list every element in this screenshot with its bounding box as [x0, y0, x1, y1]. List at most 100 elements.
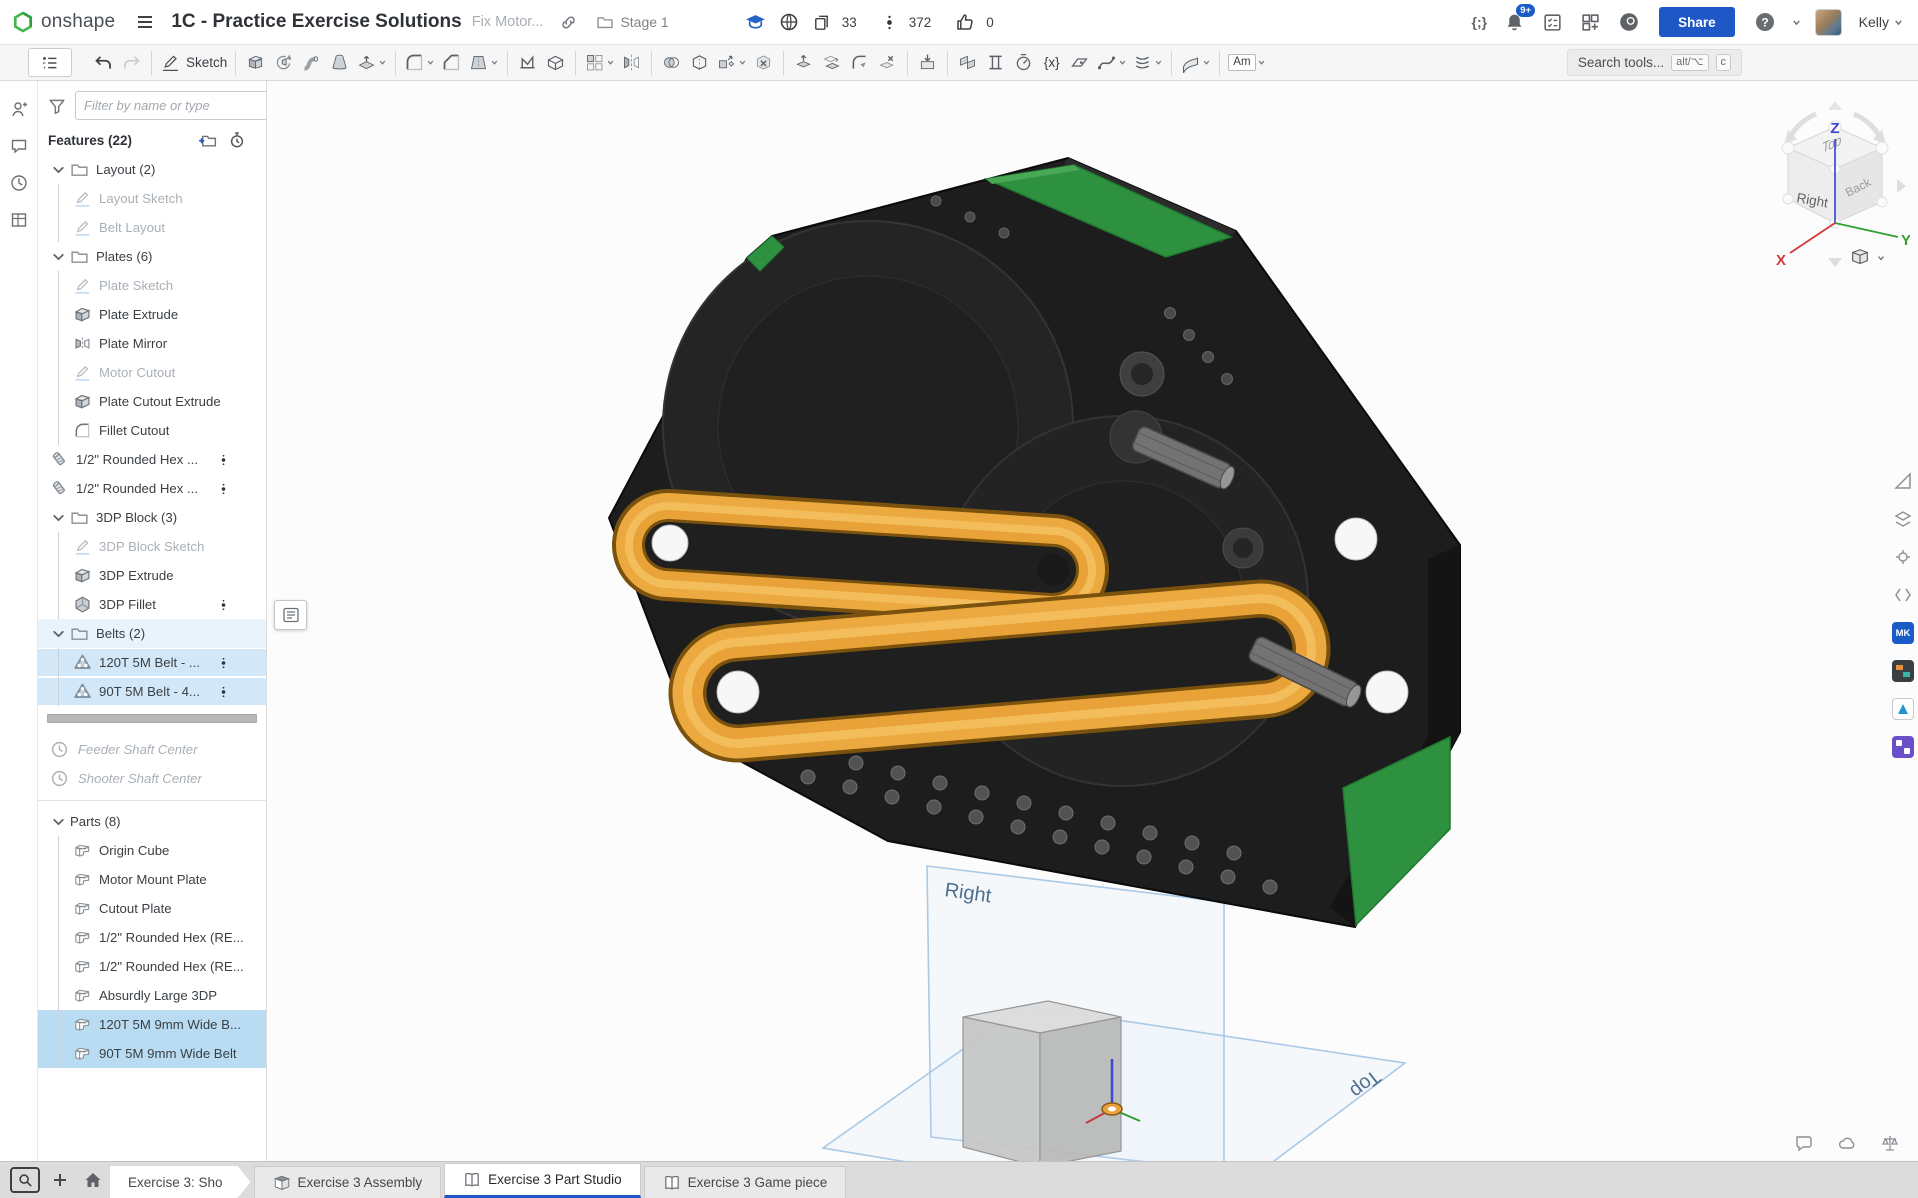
tab-search-icon[interactable] — [10, 1167, 40, 1193]
education-cap-icon[interactable] — [743, 10, 768, 35]
chevron-down-icon[interactable] — [50, 625, 67, 643]
suppress-dots-icon[interactable] — [217, 451, 230, 469]
part-row[interactable]: Absurdly Large 3DP — [38, 981, 266, 1010]
grid-app-icon[interactable] — [1891, 735, 1915, 759]
share-button[interactable]: Share — [1659, 7, 1735, 37]
feature-row[interactable]: 1/2" Rounded Hex ... — [38, 445, 266, 474]
versions-icon[interactable] — [879, 12, 900, 33]
part-row[interactable]: Motor Mount Plate — [38, 865, 266, 894]
delete-part-button[interactable] — [750, 48, 777, 78]
part-row[interactable]: Cutout Plate — [38, 894, 266, 923]
apps-grid-icon[interactable] — [1578, 10, 1603, 35]
shell-button[interactable] — [542, 48, 569, 78]
feature-folder-row[interactable]: Layout (2) — [38, 155, 266, 184]
feature-row[interactable]: Belt Layout — [38, 213, 266, 242]
notifications-bell-icon[interactable]: 9+ — [1502, 10, 1527, 35]
learning-center-icon[interactable] — [1616, 9, 1642, 35]
feature-row[interactable]: 3DP Fillet — [38, 590, 266, 619]
mirror-button[interactable] — [618, 48, 645, 78]
feature-row[interactable]: Plate Extrude — [38, 300, 266, 329]
loft-button[interactable] — [326, 48, 353, 78]
suppress-dots-icon[interactable] — [217, 480, 230, 498]
cloud-status-icon[interactable] — [1835, 1131, 1859, 1155]
filter-icon[interactable] — [48, 97, 66, 115]
feature-row[interactable]: 90T 5M Belt - 4... — [38, 677, 266, 706]
part-row[interactable]: Origin Cube — [38, 836, 266, 865]
feature-row[interactable]: Layout Sketch — [38, 184, 266, 213]
transform-button[interactable] — [714, 48, 749, 78]
chamfer-button[interactable] — [438, 48, 465, 78]
tables-icon[interactable] — [2, 204, 36, 236]
onshape-logo[interactable]: onshape — [12, 11, 115, 33]
hamburger-menu-icon[interactable] — [133, 10, 157, 34]
gear-box-icon[interactable] — [1891, 545, 1915, 569]
rollback-history-icon[interactable] — [228, 131, 246, 150]
feature-folder-row[interactable]: Belts (2) — [38, 619, 266, 648]
code-block-icon[interactable] — [1891, 583, 1915, 607]
feature-folder-row[interactable]: 3DP Block (3) — [38, 503, 266, 532]
modify-fillet-button[interactable] — [846, 48, 873, 78]
feature-row[interactable]: Plate Cutout Extrude — [38, 387, 266, 416]
feature-row[interactable]: Plate Mirror — [38, 329, 266, 358]
fillet-button[interactable] — [402, 48, 437, 78]
public-globe-icon[interactable] — [777, 10, 801, 34]
tab-exercise-3-assembly[interactable]: Exercise 3 Assembly — [254, 1166, 442, 1198]
search-tools[interactable]: Search tools... alt/⌥ c — [1567, 49, 1742, 76]
release-tasks-icon[interactable] — [1540, 10, 1565, 35]
parts-header-row[interactable]: Parts (8) — [38, 807, 266, 836]
new-folder-icon[interactable] — [198, 131, 217, 150]
feature-list-toggle-button[interactable] — [28, 48, 72, 77]
helix-button[interactable] — [1130, 48, 1165, 78]
tab-exercise-3-sho[interactable]: Exercise 3: Sho — [110, 1166, 251, 1198]
feature-row[interactable]: 3DP Block Sketch — [38, 532, 266, 561]
suppress-dots-icon[interactable] — [217, 683, 230, 701]
sheet-metal-button[interactable] — [954, 48, 981, 78]
variables-button[interactable]: {x} — [1038, 48, 1065, 78]
thicken-button[interactable] — [354, 48, 389, 78]
plane-button[interactable] — [1066, 48, 1093, 78]
help-caret-icon[interactable] — [1791, 17, 1802, 28]
follow-mode-icon[interactable] — [2, 93, 36, 125]
workspace-stage[interactable]: Stage 1 — [596, 13, 668, 31]
new-tab-button[interactable] — [44, 1163, 76, 1196]
suppress-dots-icon[interactable] — [217, 596, 230, 614]
measure-button[interactable] — [1010, 48, 1037, 78]
toolbox-app-icon[interactable] — [1891, 659, 1915, 683]
chevron-down-icon[interactable] — [50, 161, 67, 179]
replace-face-button[interactable] — [818, 48, 845, 78]
undo-button[interactable] — [90, 48, 117, 78]
part-row[interactable]: 1/2" Rounded Hex (RE... — [38, 923, 266, 952]
feature-row[interactable]: Shooter Shaft Center — [38, 764, 266, 793]
copies-icon[interactable] — [810, 11, 833, 34]
part-row[interactable]: 1/2" Rounded Hex (RE... — [38, 952, 266, 981]
chevron-down-icon[interactable] — [50, 248, 67, 266]
units-scale-icon[interactable] — [1878, 1131, 1902, 1155]
feature-row[interactable]: Plate Sketch — [38, 271, 266, 300]
view-cube[interactable]: Top Right Back Z Y X — [1760, 95, 1910, 273]
move-face-button[interactable] — [790, 48, 817, 78]
sweep-button[interactable] — [298, 48, 325, 78]
delete-face-button[interactable] — [874, 48, 901, 78]
ruler-triangle-icon[interactable] — [1891, 469, 1915, 493]
rib-button[interactable] — [514, 48, 541, 78]
collapsed-dialog-button[interactable] — [274, 600, 307, 630]
tab-exercise-3-part-studio[interactable]: Exercise 3 Part Studio — [444, 1163, 641, 1198]
part-row[interactable]: 120T 5M 9mm Wide B... — [38, 1010, 266, 1039]
feature-row[interactable]: Motor Cutout — [38, 358, 266, 387]
frame-button[interactable] — [982, 48, 1009, 78]
sketch-button[interactable]: Sketch — [158, 48, 229, 78]
featurescript-icon[interactable]: {;} — [1470, 12, 1490, 32]
home-tab-icon[interactable] — [76, 1163, 110, 1196]
tab-exercise-3-game-piece[interactable]: Exercise 3 Game piece — [644, 1166, 847, 1198]
draft-button[interactable] — [466, 48, 501, 78]
rollback-bar[interactable] — [47, 714, 257, 723]
feature-row[interactable]: Feeder Shaft Center — [38, 735, 266, 764]
import-derived-button[interactable] — [914, 48, 941, 78]
feature-folder-row[interactable]: Plates (6) — [38, 242, 266, 271]
triangle-app-icon[interactable] — [1891, 697, 1915, 721]
view-options-button[interactable] — [1849, 247, 1886, 269]
feature-row[interactable]: 1/2" Rounded Hex ... — [38, 474, 266, 503]
revolve-button[interactable] — [270, 48, 297, 78]
suppress-dots-icon[interactable] — [217, 654, 230, 672]
link-icon[interactable] — [557, 11, 580, 34]
